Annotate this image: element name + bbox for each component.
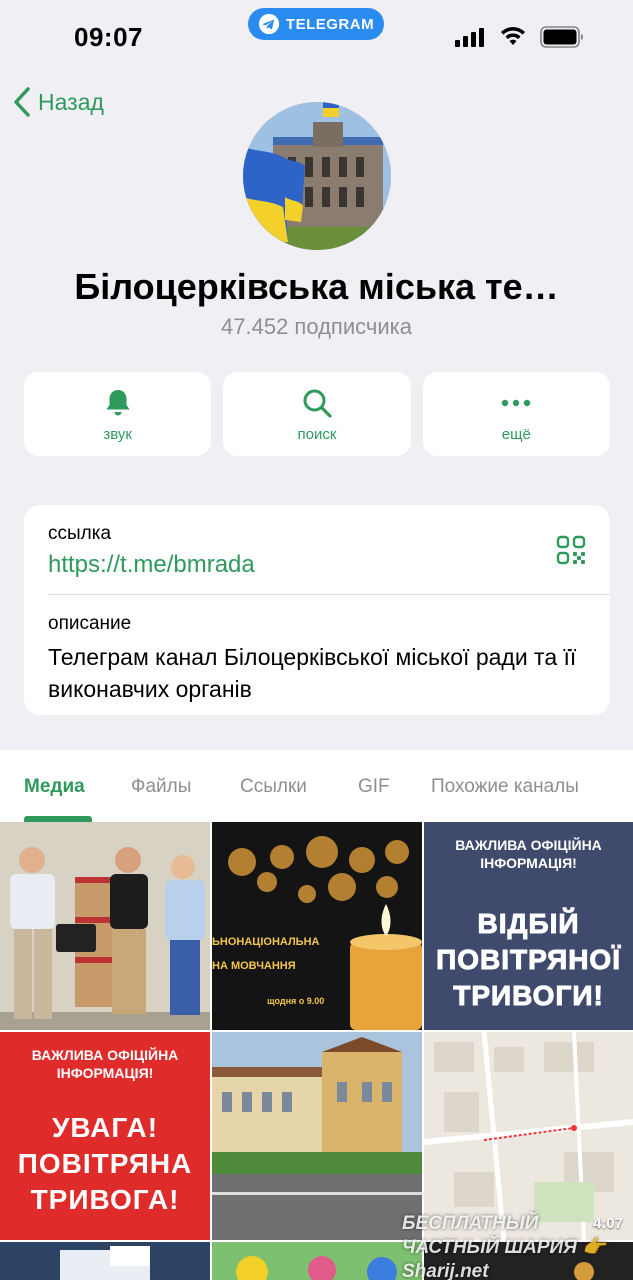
tab-files[interactable]: Файлы [131, 776, 191, 798]
chevron-left-icon [14, 87, 30, 117]
cellular-signal-icon [455, 27, 484, 47]
media-thumbnail-photo[interactable] [0, 822, 210, 1030]
status-bar: 09:07 TELEGRAM [0, 0, 633, 70]
media-thumbnail-minute-of-silence[interactable]: ЬНОНАЦІОНАЛЬНА НА МОВЧАННЯ щодня о 9.00 [212, 822, 422, 1030]
media-thumbnail-all-clear[interactable]: ВАЖЛИВА ОФІЦІЙНА ІНФОРМАЦІЯ! ВІДБІЙ ПОВІ… [424, 822, 633, 1030]
media-tabs: Медиа Файлы Ссылки GIF Похожие каналы [0, 750, 633, 822]
city-hall-image [243, 102, 391, 250]
subscriber-count: 47.452 подписчика [221, 314, 412, 339]
channel-title: Білоцерківська міська те… [74, 266, 559, 307]
tab-links[interactable]: Ссылки [240, 776, 307, 798]
mute-button[interactable]: звук [24, 372, 212, 456]
description-label: описание [48, 613, 132, 634]
media-thumbnail-7[interactable] [0, 1242, 210, 1280]
tab-similar-channels[interactable]: Похожие каналы [431, 776, 579, 798]
action-bar: звук поиск ещё [24, 372, 610, 456]
link-label: ссылка [48, 523, 112, 544]
document-image [0, 1242, 210, 1280]
telegram-pill[interactable]: TELEGRAM [248, 8, 384, 40]
media-thumbnail-air-raid-alert[interactable]: ВАЖЛИВА ОФІЦІЙНА ІНФОРМАЦІЯ! УВАГА! ПОВІ… [0, 1032, 210, 1240]
all-clear-title: ВІДБІЙ ПОВІТРЯНОЇ ТРИВОГИ! [436, 908, 621, 1012]
tab-gif[interactable]: GIF [358, 776, 390, 798]
candle-caption-time: щодня о 9.00 [267, 996, 325, 1006]
status-time: 09:07 [74, 22, 143, 52]
tab-media[interactable]: Медиа [24, 776, 85, 798]
people-photo [0, 822, 210, 1030]
map-image [424, 1032, 633, 1240]
candle-caption-line2: НА МОВЧАННЯ [212, 960, 296, 972]
search-button[interactable]: поиск [223, 372, 411, 456]
channel-link[interactable]: https://t.me/bmrada [48, 551, 255, 579]
media-thumbnail-8[interactable] [212, 1242, 422, 1280]
telegram-icon [258, 13, 279, 35]
more-icon [502, 399, 531, 406]
media-thumbnail-map-video[interactable]: 4:07 [424, 1032, 633, 1240]
alert-title: УВАГА! ПОВІТРЯНА ТРИВОГА! [17, 1112, 193, 1215]
wifi-icon [501, 27, 525, 45]
battery-icon [540, 26, 583, 48]
back-button[interactable]: Назад [12, 86, 104, 118]
bell-icon [106, 389, 130, 415]
search-label: поиск [297, 425, 337, 443]
channel-info-card: ссылка https://t.me/bmrada описание Теле… [24, 505, 610, 715]
channel-avatar[interactable] [243, 102, 391, 250]
more-button[interactable]: ещё [422, 372, 610, 456]
all-clear-header: ВАЖЛИВА ОФІЦІЙНА ІНФОРМАЦІЯ! [455, 837, 602, 871]
telegram-pill-label: TELEGRAM [285, 15, 375, 33]
search-icon [303, 389, 332, 418]
qr-code-icon[interactable] [556, 535, 586, 565]
illustration-image [212, 1242, 422, 1280]
candle-caption-line1: ЬНОНАЦІОНАЛЬНА [212, 936, 320, 948]
back-label: Назад [38, 88, 104, 115]
card-divider [48, 594, 610, 595]
channel-description: Телеграм канал Білоцерківської міської р… [48, 644, 577, 702]
more-label: ещё [501, 425, 531, 443]
mute-label: звук [103, 425, 132, 443]
alert-header: ВАЖЛИВА ОФІЦІЙНА ІНФОРМАЦІЯ! [31, 1047, 179, 1081]
media-thumbnail-street[interactable] [212, 1032, 422, 1240]
street-photo [212, 1032, 422, 1240]
watermark: БЕСПЛАТНЫЙ ЧАСТНЫЙ ШАРИЯ 👉 Sharij.net [402, 1213, 606, 1280]
